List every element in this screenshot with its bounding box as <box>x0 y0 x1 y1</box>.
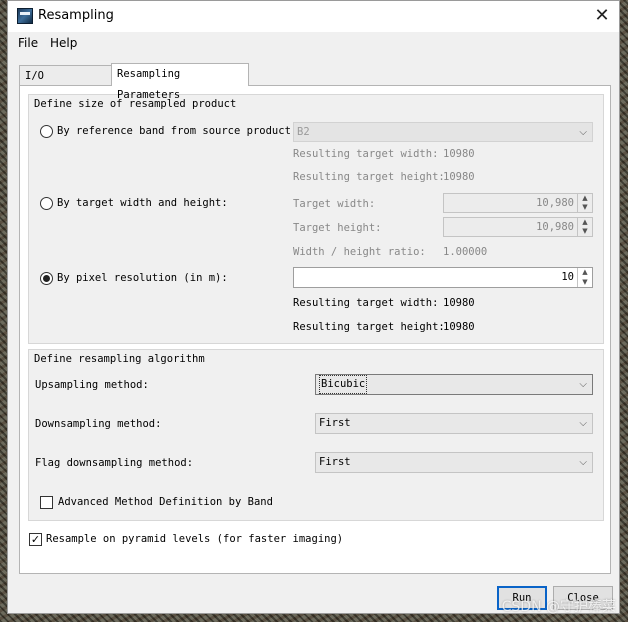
pixel-width-value: 10980 <box>443 297 475 309</box>
chevron-down-icon: ⌵ <box>579 418 587 429</box>
app-icon <box>17 8 33 24</box>
tab-content: Define size of resampled product By refe… <box>19 85 611 574</box>
algorithm-group: Define resampling algorithm Upsampling m… <box>28 349 604 521</box>
target-width-label: Target width: <box>293 198 376 210</box>
advanced-method-label: Advanced Method Definition by Band <box>58 496 273 508</box>
ratio-label: Width / height ratio: <box>293 246 426 258</box>
pyramid-checkbox[interactable]: ✓ <box>29 533 42 546</box>
upsampling-label: Upsampling method: <box>35 379 149 391</box>
menu-bar: File Help <box>8 32 619 54</box>
pixel-resolution-value: 10 <box>561 271 574 283</box>
radio-by-reference[interactable] <box>40 125 53 138</box>
radio-by-pixel[interactable] <box>40 272 53 285</box>
pixel-resolution-spinner[interactable]: ▲ ▼ <box>577 268 592 287</box>
target-width-spinner[interactable]: ▲ ▼ <box>577 194 592 212</box>
advanced-method-checkbox[interactable] <box>40 496 53 509</box>
pixel-height-label: Resulting target height: <box>293 321 445 333</box>
target-height-field[interactable]: 10,980 ▲ ▼ <box>443 217 593 237</box>
target-height-value: 10,980 <box>536 221 574 233</box>
menu-file[interactable]: File <box>18 36 38 50</box>
downsampling-select[interactable]: First ⌵ <box>315 413 593 434</box>
by-target-label: By target width and height: <box>57 197 228 209</box>
target-width-field[interactable]: 10,980 ▲ ▼ <box>443 193 593 213</box>
ref-height-label: Resulting target height: <box>293 171 445 183</box>
reference-band-value: B2 <box>297 126 310 138</box>
radio-by-target[interactable] <box>40 197 53 210</box>
tab-resampling-parameters[interactable]: Resampling Parameters <box>111 63 249 101</box>
size-group: Define size of resampled product By refe… <box>28 94 604 344</box>
flag-downsampling-value: First <box>319 456 351 468</box>
pyramid-label: Resample on pyramid levels (for faster i… <box>46 533 344 545</box>
flag-downsampling-select[interactable]: First ⌵ <box>315 452 593 473</box>
algorithm-group-title: Define resampling algorithm <box>34 353 205 365</box>
ratio-value: 1.00000 <box>443 246 488 258</box>
downsampling-value: First <box>319 417 351 429</box>
by-pixel-label: By pixel resolution (in m): <box>57 272 228 284</box>
window-title: Resampling <box>38 8 114 23</box>
pixel-width-label: Resulting target width: <box>293 297 439 309</box>
menu-help[interactable]: Help <box>50 36 77 50</box>
upsampling-value: Bicubic <box>319 375 368 394</box>
close-icon[interactable]: ✕ <box>585 1 619 32</box>
ref-width-value: 10980 <box>443 148 475 160</box>
target-height-label: Target height: <box>293 222 382 234</box>
pixel-height-value: 10980 <box>443 321 475 333</box>
chevron-down-icon: ⌵ <box>579 379 587 390</box>
reference-band-select[interactable]: B2 ⌵ <box>293 122 593 142</box>
ref-height-value: 10980 <box>443 171 475 183</box>
pixel-resolution-field[interactable]: 10 ▲ ▼ <box>293 267 593 288</box>
chevron-down-icon: ⌵ <box>579 127 587 138</box>
watermark: CSDN @守护棒菜 <box>501 599 616 615</box>
target-height-spinner[interactable]: ▲ ▼ <box>577 218 592 236</box>
target-width-value: 10,980 <box>536 197 574 209</box>
flag-downsampling-label: Flag downsampling method: <box>35 457 194 469</box>
resampling-dialog: Resampling ✕ File Help I/O Parameters Re… <box>7 0 620 614</box>
ref-width-label: Resulting target width: <box>293 148 439 160</box>
upsampling-select[interactable]: Bicubic ⌵ <box>315 374 593 395</box>
downsampling-label: Downsampling method: <box>35 418 162 430</box>
chevron-down-icon: ⌵ <box>579 457 587 468</box>
tab-io-parameters[interactable]: I/O Parameters <box>19 65 112 102</box>
title-bar: Resampling ✕ <box>8 1 619 32</box>
by-reference-label: By reference band from source product: <box>57 125 298 137</box>
